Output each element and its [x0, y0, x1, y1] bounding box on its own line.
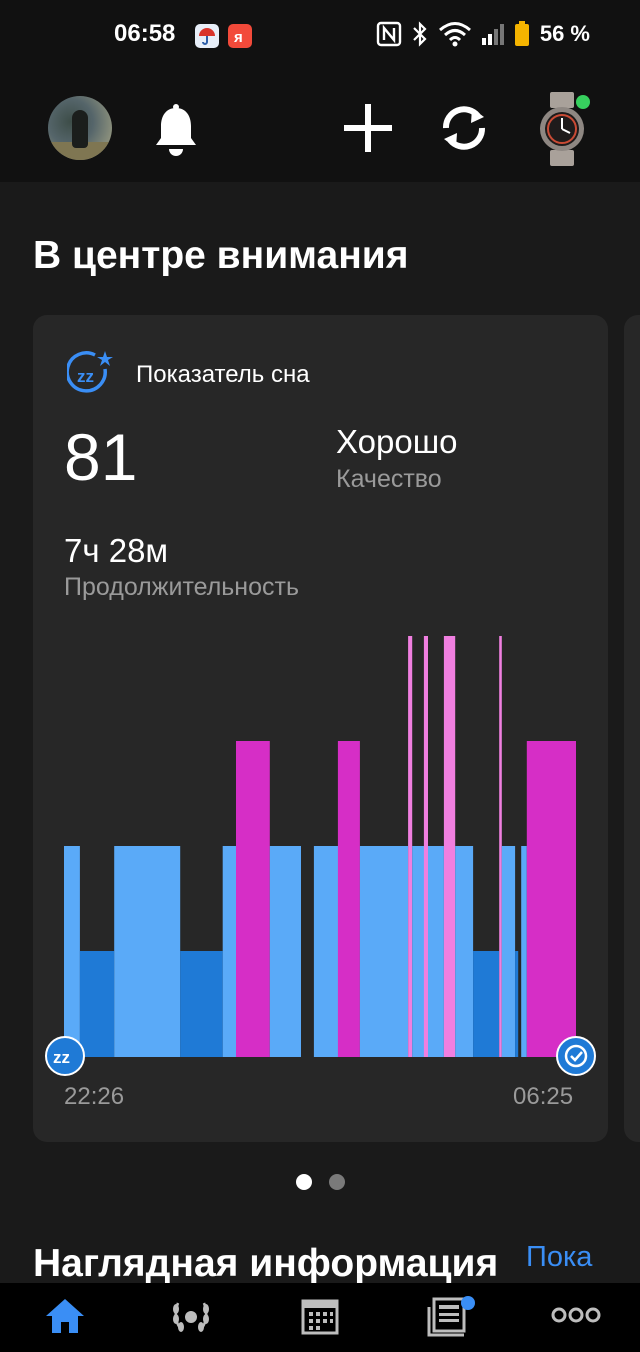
- sleep-stage-bar-deep: [515, 951, 519, 1057]
- sleep-stage-bar-light: [269, 846, 301, 1057]
- carousel-dot-2[interactable]: [329, 1174, 345, 1190]
- status-time: 06:58: [114, 20, 176, 47]
- sync-icon[interactable]: [438, 104, 490, 152]
- sleep-stage-bar-light: [64, 846, 80, 1057]
- sleep-stage-bar-light: [455, 846, 474, 1057]
- challenges-laurel-icon[interactable]: [170, 1295, 212, 1337]
- nfc-icon: [376, 21, 402, 47]
- news-icon[interactable]: [426, 1295, 478, 1341]
- section-title: В центре внимания: [33, 234, 409, 277]
- sleep-stage-bar-light: [313, 846, 338, 1057]
- sleep-stage-bar-light: [428, 846, 444, 1057]
- sleep-stage-bar-awake: [443, 636, 456, 1057]
- sleep-stage-bar-light: [222, 846, 236, 1057]
- bluetooth-icon: [413, 21, 427, 47]
- sleep-stage-bar-awake: [408, 636, 413, 1057]
- yandex-app-icon: я: [228, 24, 252, 48]
- sleep-stage-bar-rem: [236, 741, 270, 1057]
- wifi-icon: [438, 22, 471, 47]
- more-icon[interactable]: [551, 1305, 601, 1325]
- sleep-stage-bar-deep: [473, 951, 500, 1057]
- avatar-photo-figure: [72, 110, 88, 148]
- sleep-start-time: 22:26: [64, 1083, 125, 1110]
- avatar[interactable]: [48, 96, 112, 160]
- section2-title: Наглядная информация: [33, 1242, 499, 1285]
- sleep-stage-bar-rem: [526, 741, 576, 1057]
- sleep-stage-bar-light: [501, 846, 516, 1057]
- sleep-score-card[interactable]: zz Показатель сна 81 Хорошо Качество 7ч …: [33, 315, 608, 1142]
- carousel-dot-1[interactable]: [296, 1174, 312, 1190]
- sleep-stage-chart: [64, 636, 576, 1057]
- plus-icon[interactable]: [342, 102, 394, 154]
- home-icon[interactable]: [44, 1295, 86, 1337]
- next-card-peek[interactable]: [624, 315, 640, 1142]
- signal-icon: [481, 24, 504, 45]
- top-app-bar: [0, 74, 640, 182]
- sleep-stage-bar-light: [412, 846, 424, 1057]
- sleep-stage-bar-light: [114, 846, 181, 1057]
- sleep-stage-bar-awake: [499, 636, 502, 1057]
- umbrella-app-icon: [195, 24, 219, 48]
- svg-text:я: я: [234, 29, 243, 46]
- sleep-stage-bar-light: [359, 846, 408, 1057]
- carousel-indicator: [296, 1174, 345, 1190]
- sleep-stage-bar-deep: [180, 951, 223, 1057]
- status-system-icons: 56 %: [376, 21, 590, 47]
- sleep-end-time: 06:25: [513, 1083, 574, 1110]
- svg-text:zz: zz: [53, 1048, 70, 1067]
- sleep-stage-bar-light: [521, 846, 527, 1057]
- battery-percentage: 56 %: [539, 21, 590, 46]
- sleep-start-icon: zz: [45, 1036, 85, 1076]
- sleep-stage-bar-awake: [423, 636, 428, 1057]
- sleep-stage-bar-rem: [337, 741, 360, 1057]
- bell-icon[interactable]: [152, 104, 200, 158]
- bottom-navigation: [0, 1283, 640, 1352]
- show-link[interactable]: Пока: [526, 1241, 592, 1274]
- calendar-icon[interactable]: [300, 1295, 340, 1337]
- battery-icon: [514, 21, 529, 46]
- status-bar: 06:58 я 56 %: [0, 0, 640, 74]
- device-connected-dot: [576, 95, 590, 109]
- wake-clock-icon: [556, 1036, 596, 1076]
